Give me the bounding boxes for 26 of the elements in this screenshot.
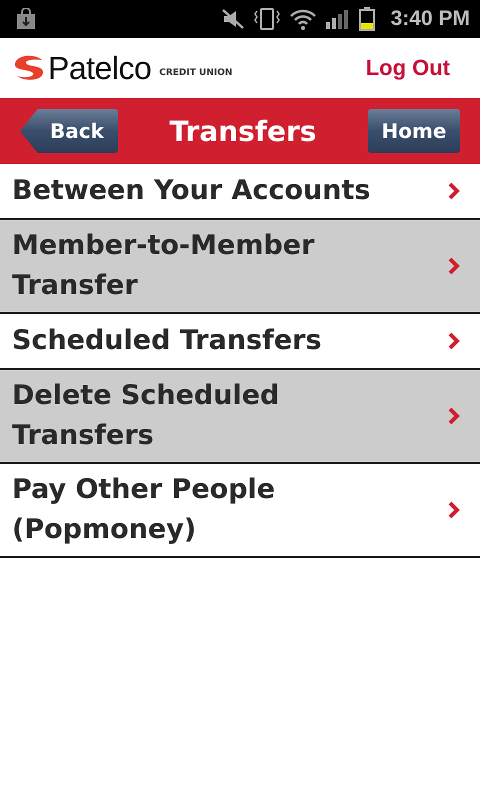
chevron-icon	[448, 182, 460, 200]
back-button[interactable]: Back	[20, 109, 118, 153]
menu-item-label: Delete Scheduled Transfers	[12, 379, 280, 453]
vibrate-icon	[252, 7, 281, 31]
menu-item-label: Between Your Accounts	[12, 174, 370, 208]
download-icon	[16, 8, 36, 30]
menu-item-label: Scheduled Transfers	[12, 324, 322, 358]
chevron-icon	[448, 257, 460, 275]
logout-link[interactable]: Log Out	[366, 55, 450, 81]
battery-icon	[358, 7, 375, 31]
wifi-icon	[288, 8, 317, 30]
logo-wordmark: Patelco	[48, 50, 152, 86]
logo-tagline: CREDIT UNION	[159, 68, 232, 78]
menu-item[interactable]: Delete Scheduled Transfers	[0, 370, 480, 464]
home-button[interactable]: Home	[368, 109, 460, 153]
clock-time: 3:40 PM	[390, 7, 470, 31]
swirl-logo-icon	[12, 55, 46, 81]
mute-icon	[220, 8, 245, 30]
menu-item-label: Member-to-Member Transfer	[12, 229, 316, 303]
chevron-icon	[448, 332, 460, 350]
page-title: Transfers	[170, 114, 316, 148]
menu-item[interactable]: Member-to-Member Transfer	[0, 220, 480, 314]
chevron-icon	[448, 501, 460, 519]
signal-icon	[324, 8, 351, 30]
menu-item-label: Pay Other People (Popmoney)	[12, 473, 276, 547]
chevron-icon	[448, 407, 460, 425]
